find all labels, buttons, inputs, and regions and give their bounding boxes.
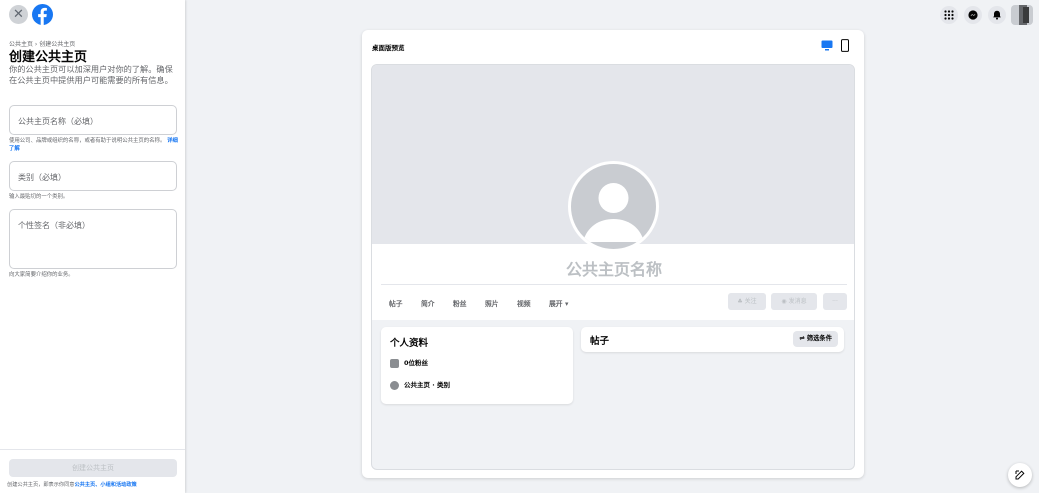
page-name-help-text: 使用公司、品牌或组织的名称，或者有助于说明公共主页的名称。 xyxy=(9,138,166,144)
terms-notice: 创建公共主页，即表示你同意公共主页、小组和活动政策 xyxy=(7,481,137,488)
create-page-panel: ✕ 公共主页 › 创建公共主页 创建公共主页 你的公共主页可以加深用户对你的了解… xyxy=(0,0,185,493)
follow-label: 关注 xyxy=(744,298,757,305)
posts-box: 帖子 ⇌ 筛选条件 xyxy=(581,327,844,352)
page-title: 创建公共主页 xyxy=(9,50,88,65)
bio-help: 向大家简要介绍你的业务。 xyxy=(9,272,74,278)
page-name-input[interactable]: 公共主页名称（必填） xyxy=(9,105,177,135)
preview-title: 桌面版预览 xyxy=(372,44,405,52)
page-name-preview: 公共主页名称 xyxy=(565,260,662,279)
terms-text: 创建公共主页，即表示你同意 xyxy=(7,482,75,488)
category-row: 公共主页 · 类别 xyxy=(390,379,450,390)
message-button[interactable]: ◉ 发消息 xyxy=(771,293,817,310)
profile-picture-placeholder xyxy=(568,161,659,252)
notifications-bell-icon[interactable] xyxy=(988,6,1006,24)
category-text: 公共主页 · 类别 xyxy=(404,381,450,389)
page-name-help: 使用公司、品牌或组织的名称，或者有助于说明公共主页的名称。 详细了解 xyxy=(9,138,181,153)
about-box: 个人资料 0位粉丝 公共主页 · 类别 xyxy=(381,327,573,404)
desktop-preview-card: 桌面版预览 公共主页名称 帖子 简介 粉丝 照片 视频 展开 ▾ ♣ 关注 ◉ … xyxy=(362,30,864,478)
tab-posts[interactable]: 帖子 xyxy=(389,298,403,308)
follow-button[interactable]: ♣ 关注 xyxy=(728,293,766,310)
page-description: 你的公共主页可以加深用户对你的了解。确保在公共主页中提供用户可能需要的所有信息。 xyxy=(9,64,173,85)
tabs-divider xyxy=(381,284,847,285)
facebook-logo-icon[interactable] xyxy=(32,4,53,25)
account-avatar[interactable] xyxy=(1011,5,1033,25)
followers-icon xyxy=(390,358,399,368)
compose-edit-icon[interactable] xyxy=(1008,463,1032,487)
about-box-title: 个人资料 xyxy=(390,338,429,349)
tab-more[interactable]: 展开 ▾ xyxy=(549,298,568,308)
info-icon xyxy=(390,380,399,390)
mobile-view-icon[interactable] xyxy=(840,39,850,52)
filter-icon: ⇌ xyxy=(799,335,807,342)
bio-placeholder: 个性签名（非必填） xyxy=(18,221,90,230)
followers-count: 0位粉丝 xyxy=(404,359,429,367)
category-placeholder: 类别（必填） xyxy=(18,173,66,182)
filter-button[interactable]: ⇌ 筛选条件 xyxy=(793,331,838,347)
tab-about[interactable]: 简介 xyxy=(421,298,435,308)
terms-policy-link[interactable]: 公共主页、小组和活动政策 xyxy=(74,482,136,488)
tab-photos[interactable]: 照片 xyxy=(485,298,499,308)
more-options-button[interactable]: ··· xyxy=(823,293,847,310)
page-name-placeholder: 公共主页名称（必填） xyxy=(18,117,98,126)
close-icon[interactable]: ✕ xyxy=(9,5,28,24)
create-page-button[interactable]: 创建公共主页 xyxy=(9,459,177,477)
category-help: 输入最贴切的一个类别。 xyxy=(9,194,69,200)
divider xyxy=(0,449,185,450)
category-input[interactable]: 类别（必填） xyxy=(9,161,177,191)
posts-box-title: 帖子 xyxy=(590,336,610,347)
message-icon: ◉ xyxy=(781,298,789,305)
messenger-icon[interactable] xyxy=(964,6,982,24)
tab-videos[interactable]: 视频 xyxy=(517,298,531,308)
tab-followers[interactable]: 粉丝 xyxy=(453,298,467,308)
filter-label: 筛选条件 xyxy=(806,335,832,342)
menu-grid-icon[interactable] xyxy=(940,6,958,24)
follow-icon: ♣ xyxy=(737,298,745,305)
page-preview: 公共主页名称 帖子 简介 粉丝 照片 视频 展开 ▾ ♣ 关注 ◉ 发消息 ··… xyxy=(371,64,855,470)
followers-row: 0位粉丝 xyxy=(390,357,428,368)
message-label: 发消息 xyxy=(788,298,807,305)
desktop-view-icon[interactable] xyxy=(821,40,833,51)
bio-textarea[interactable]: 个性签名（非必填） xyxy=(9,209,177,269)
